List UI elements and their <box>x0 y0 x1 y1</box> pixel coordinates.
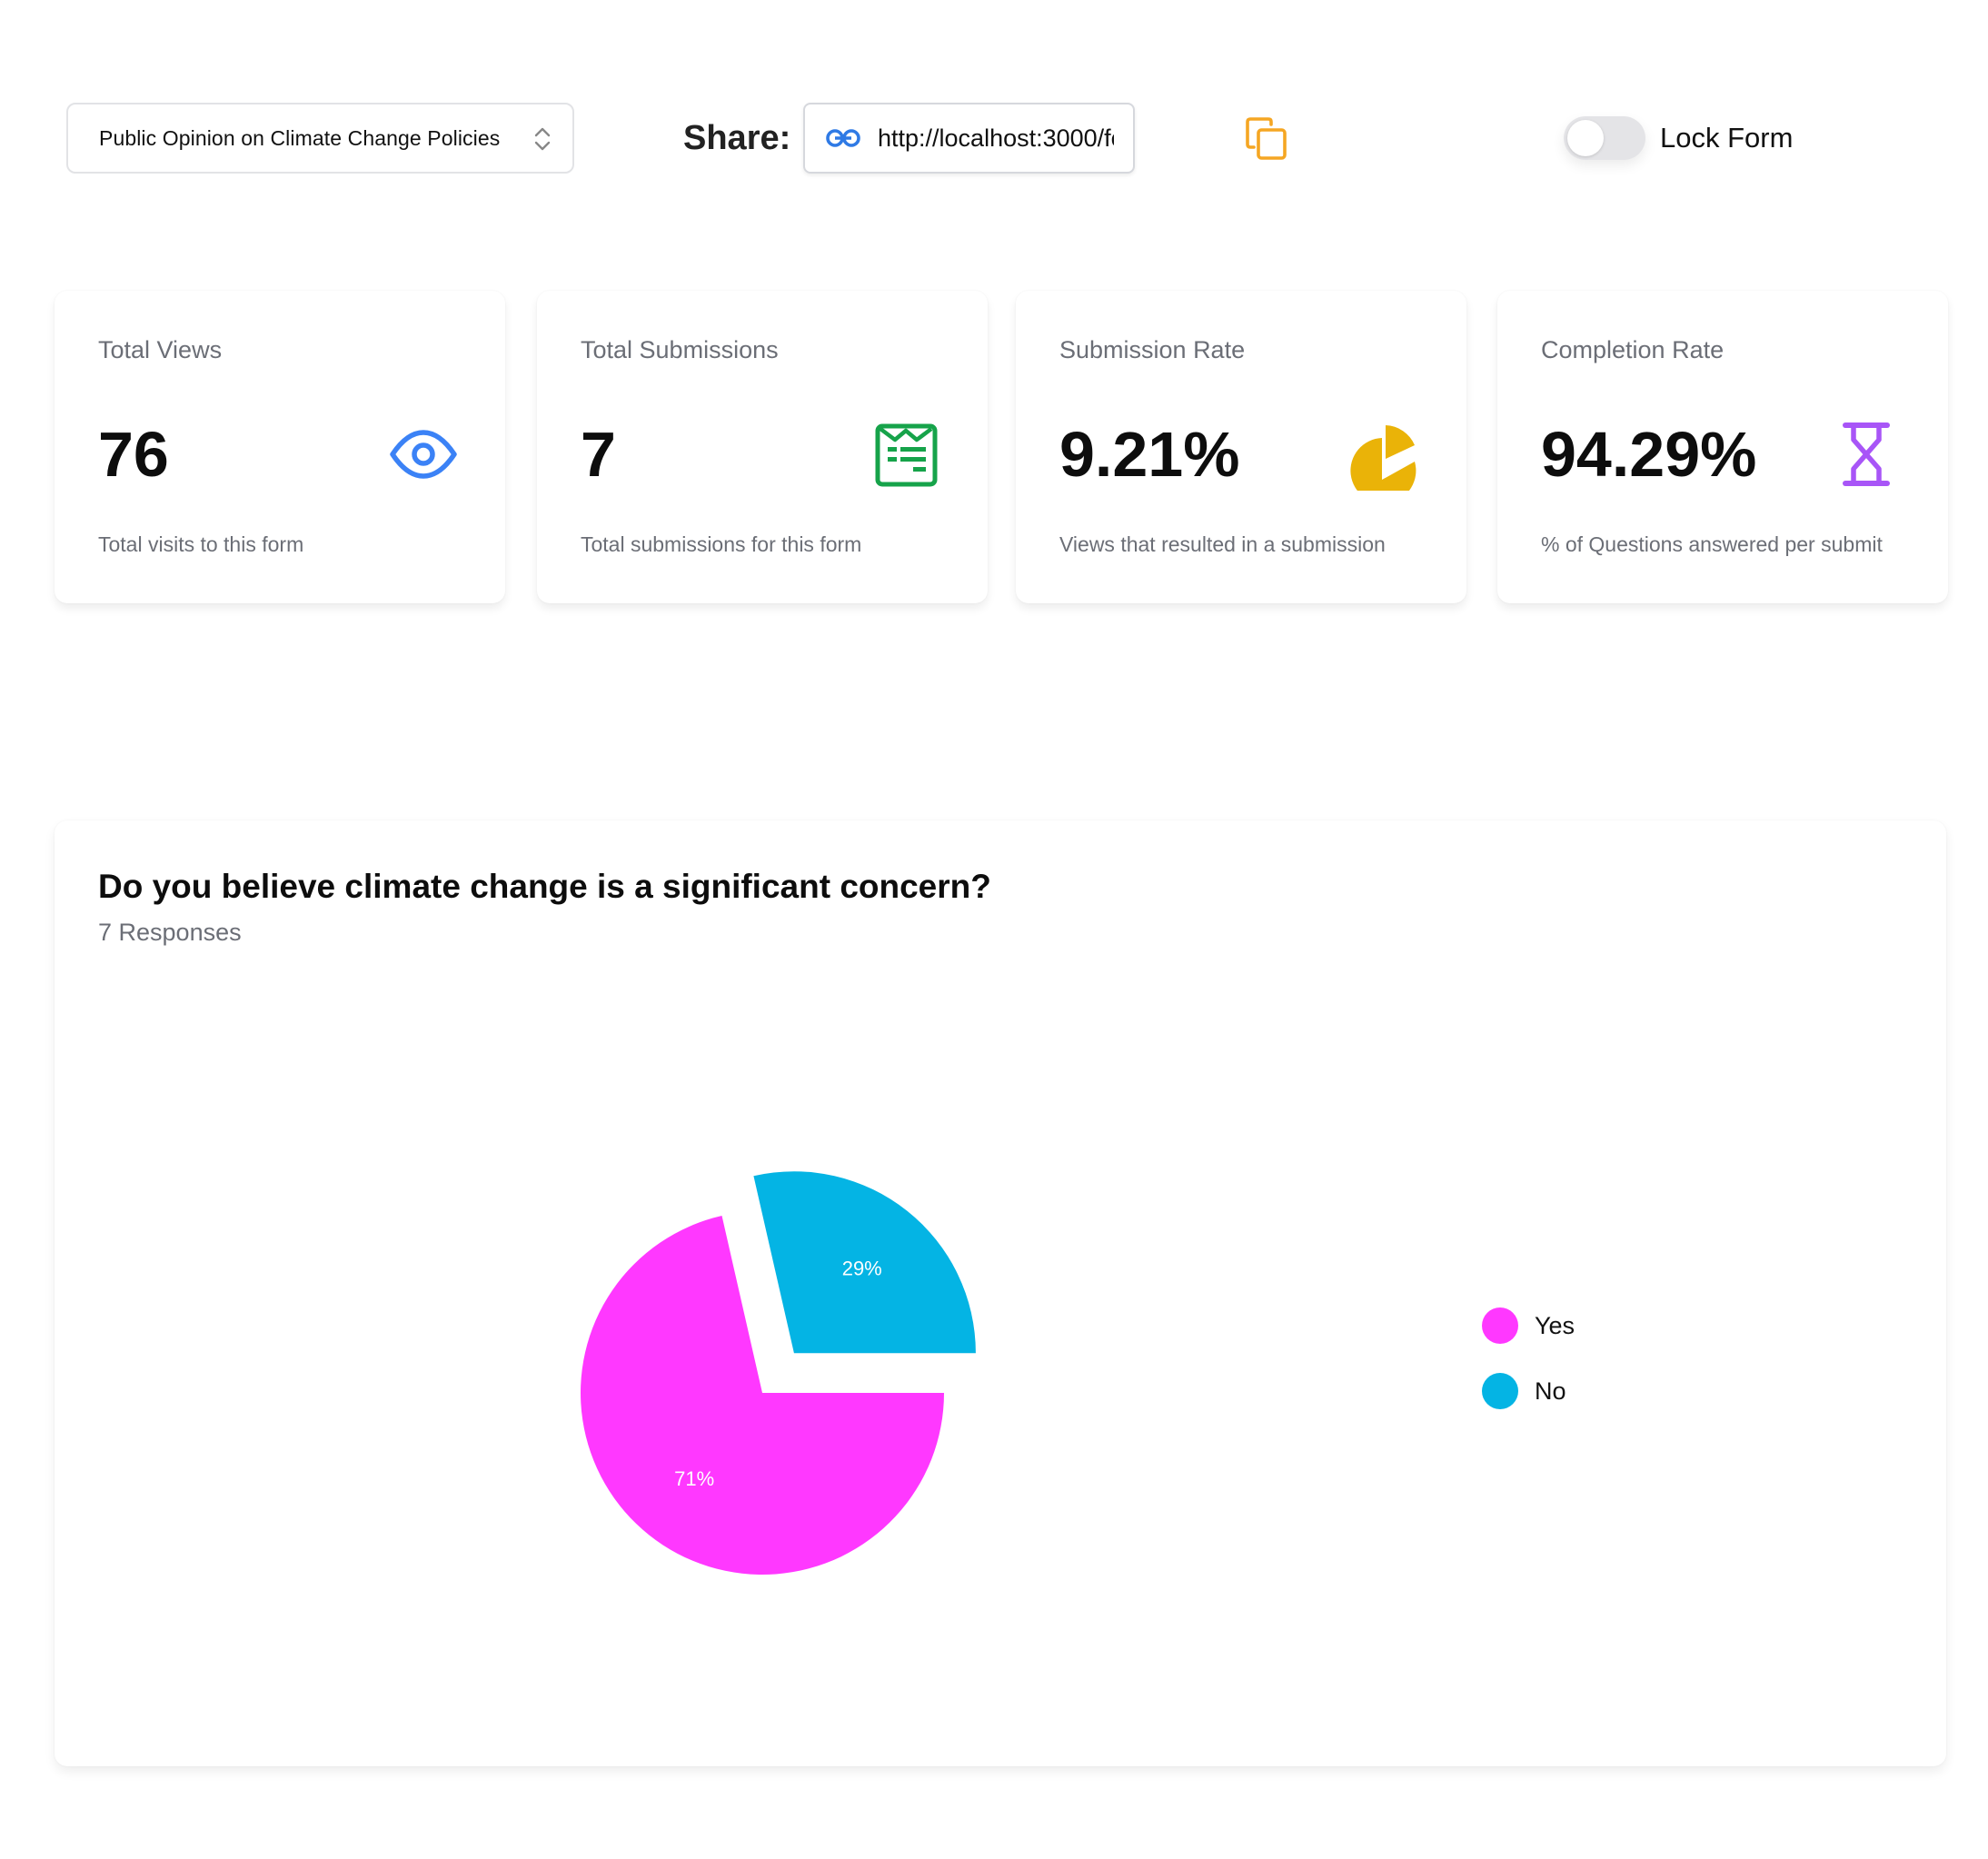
legend-dot-no <box>1482 1373 1518 1409</box>
stat-value: 7 <box>581 419 616 490</box>
form-selector[interactable]: Public Opinion on Climate Change Policie… <box>66 103 574 174</box>
legend-label-no: No <box>1535 1377 1566 1405</box>
stat-title: Total Submissions <box>581 336 779 363</box>
stat-card-submission-rate: Submission Rate 9.21% Views that resulte… <box>1016 291 1466 603</box>
stat-card-total-submissions: Total Submissions 7 Total submissions fo… <box>537 291 988 603</box>
stat-subtitle: Total submissions for this form <box>581 532 862 556</box>
stat-title: Total Views <box>98 336 223 363</box>
question-chart-panel: Do you believe climate change is a signi… <box>55 820 1946 1766</box>
toggle-knob <box>1567 120 1604 156</box>
stat-value: 94.29% <box>1541 419 1757 490</box>
stat-card-completion-rate: Completion Rate 94.29% % of Questions an… <box>1497 291 1948 603</box>
pie-label-no: 29% <box>842 1257 882 1279</box>
form-submissions-icon <box>875 423 938 487</box>
lock-form-label: Lock Form <box>1660 122 1794 154</box>
legend-item-yes[interactable]: Yes <box>1482 1307 1575 1344</box>
stat-subtitle: Total visits to this form <box>98 532 304 556</box>
stat-value: 9.21% <box>1059 419 1240 490</box>
form-selector-value: Public Opinion on Climate Change Policie… <box>99 125 501 150</box>
copy-icon[interactable] <box>1245 116 1288 162</box>
share-label: Share: <box>683 119 791 157</box>
pie-label-yes: 71% <box>674 1467 714 1490</box>
stat-subtitle: Views that resulted in a submission <box>1059 532 1386 556</box>
stat-card-total-views: Total Views 76 Total visits to this form <box>55 291 505 603</box>
lock-form-toggle[interactable] <box>1564 116 1645 160</box>
stat-value: 76 <box>98 419 169 490</box>
stat-subtitle: % of Questions answered per submit <box>1541 532 1883 556</box>
chevron-up-down-icon <box>534 127 551 151</box>
eye-icon <box>390 430 457 479</box>
pie-chart: 71% 29% <box>581 1171 976 1575</box>
share-url-input[interactable] <box>878 124 1114 153</box>
share-url-field[interactable] <box>803 103 1135 174</box>
stat-title: Submission Rate <box>1059 336 1246 363</box>
hourglass-icon <box>1843 422 1890 486</box>
legend-label-yes: Yes <box>1535 1311 1575 1339</box>
legend-dot-yes <box>1482 1307 1518 1344</box>
link-icon <box>826 129 860 147</box>
pie-chart-icon <box>1350 425 1416 491</box>
stat-title: Completion Rate <box>1541 336 1725 363</box>
legend-item-no[interactable]: No <box>1482 1373 1566 1409</box>
